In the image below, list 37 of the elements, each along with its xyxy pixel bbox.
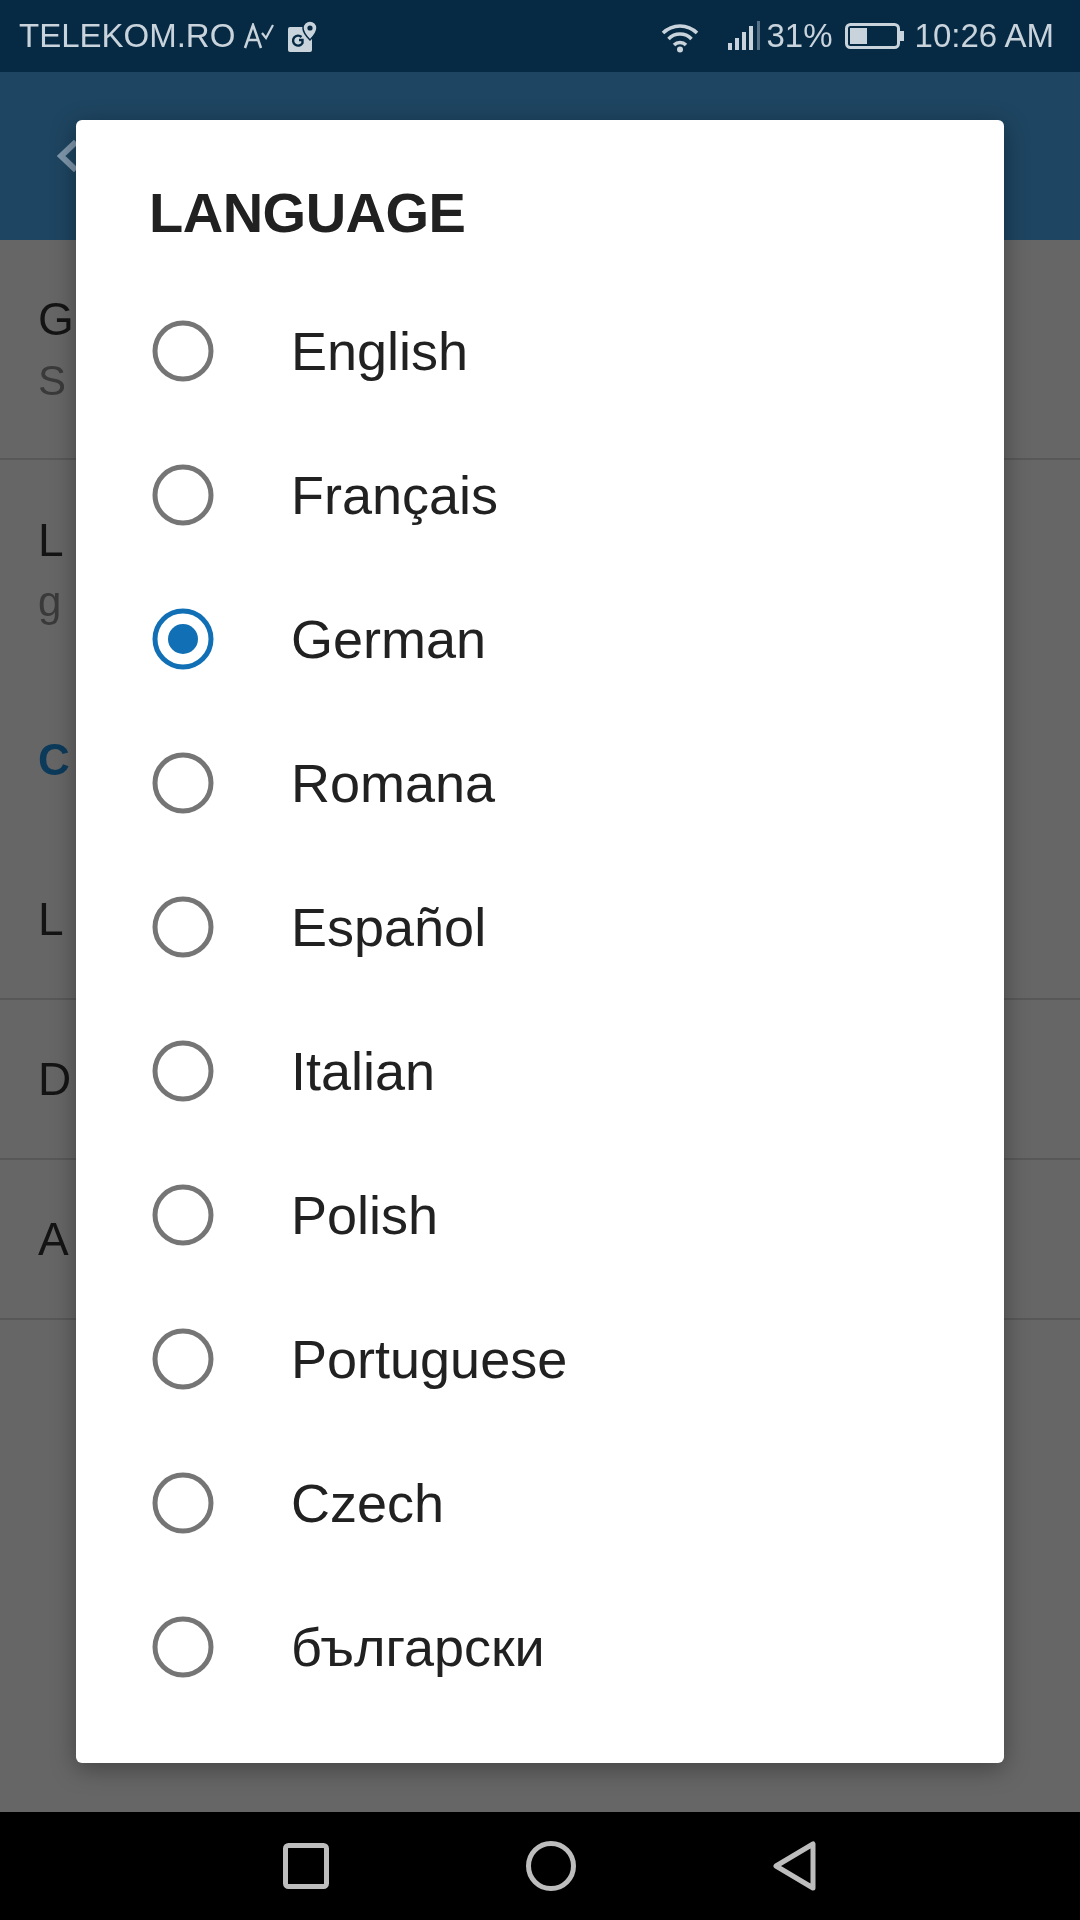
setting-title: D [38, 1052, 72, 1107]
language-option[interactable]: Portuguese [152, 1287, 568, 1431]
signal-icon [726, 21, 762, 51]
radio-button-icon[interactable] [152, 464, 214, 526]
language-option[interactable]: Polish [152, 1143, 439, 1287]
language-option[interactable]: English [152, 279, 469, 423]
radio-button-icon[interactable] [152, 1328, 214, 1390]
language-option[interactable]: Italian [152, 999, 436, 1143]
radio-button-icon[interactable] [152, 1184, 214, 1246]
language-option[interactable]: Romana [152, 711, 496, 855]
language-option[interactable]: български [152, 1575, 545, 1719]
battery-percent: 31% [766, 17, 833, 55]
language-option[interactable]: Español [152, 855, 487, 999]
battery-icon [844, 23, 905, 49]
home-circle-icon[interactable] [526, 1841, 576, 1891]
setting-title: L [38, 892, 64, 947]
recents-square-icon[interactable] [283, 1843, 329, 1889]
spellcheck-icon [243, 23, 275, 49]
section-header: C [38, 734, 70, 786]
setting-title: L [38, 513, 64, 568]
radio-button-icon[interactable] [152, 896, 214, 958]
dialog-title: LANGUAGE [149, 180, 466, 246]
radio-button-icon[interactable] [152, 608, 214, 670]
setting-title: A [38, 1212, 69, 1267]
radio-button-icon[interactable] [152, 1616, 214, 1678]
language-option[interactable]: German [152, 567, 487, 711]
back-triangle-icon[interactable] [773, 1841, 817, 1891]
setting-title: G [38, 292, 74, 347]
carrier-name: TELEKOM.RO [19, 17, 236, 55]
language-option[interactable]: Czech [152, 1431, 445, 1575]
radio-button-icon[interactable] [152, 1040, 214, 1102]
clock-time: 10:26 AM [914, 17, 1054, 55]
radio-button-icon[interactable] [152, 1472, 214, 1534]
map-pin-icon [288, 20, 319, 52]
radio-button-icon[interactable] [152, 320, 214, 382]
radio-button-icon[interactable] [152, 752, 214, 814]
language-option[interactable]: Français [152, 423, 499, 567]
